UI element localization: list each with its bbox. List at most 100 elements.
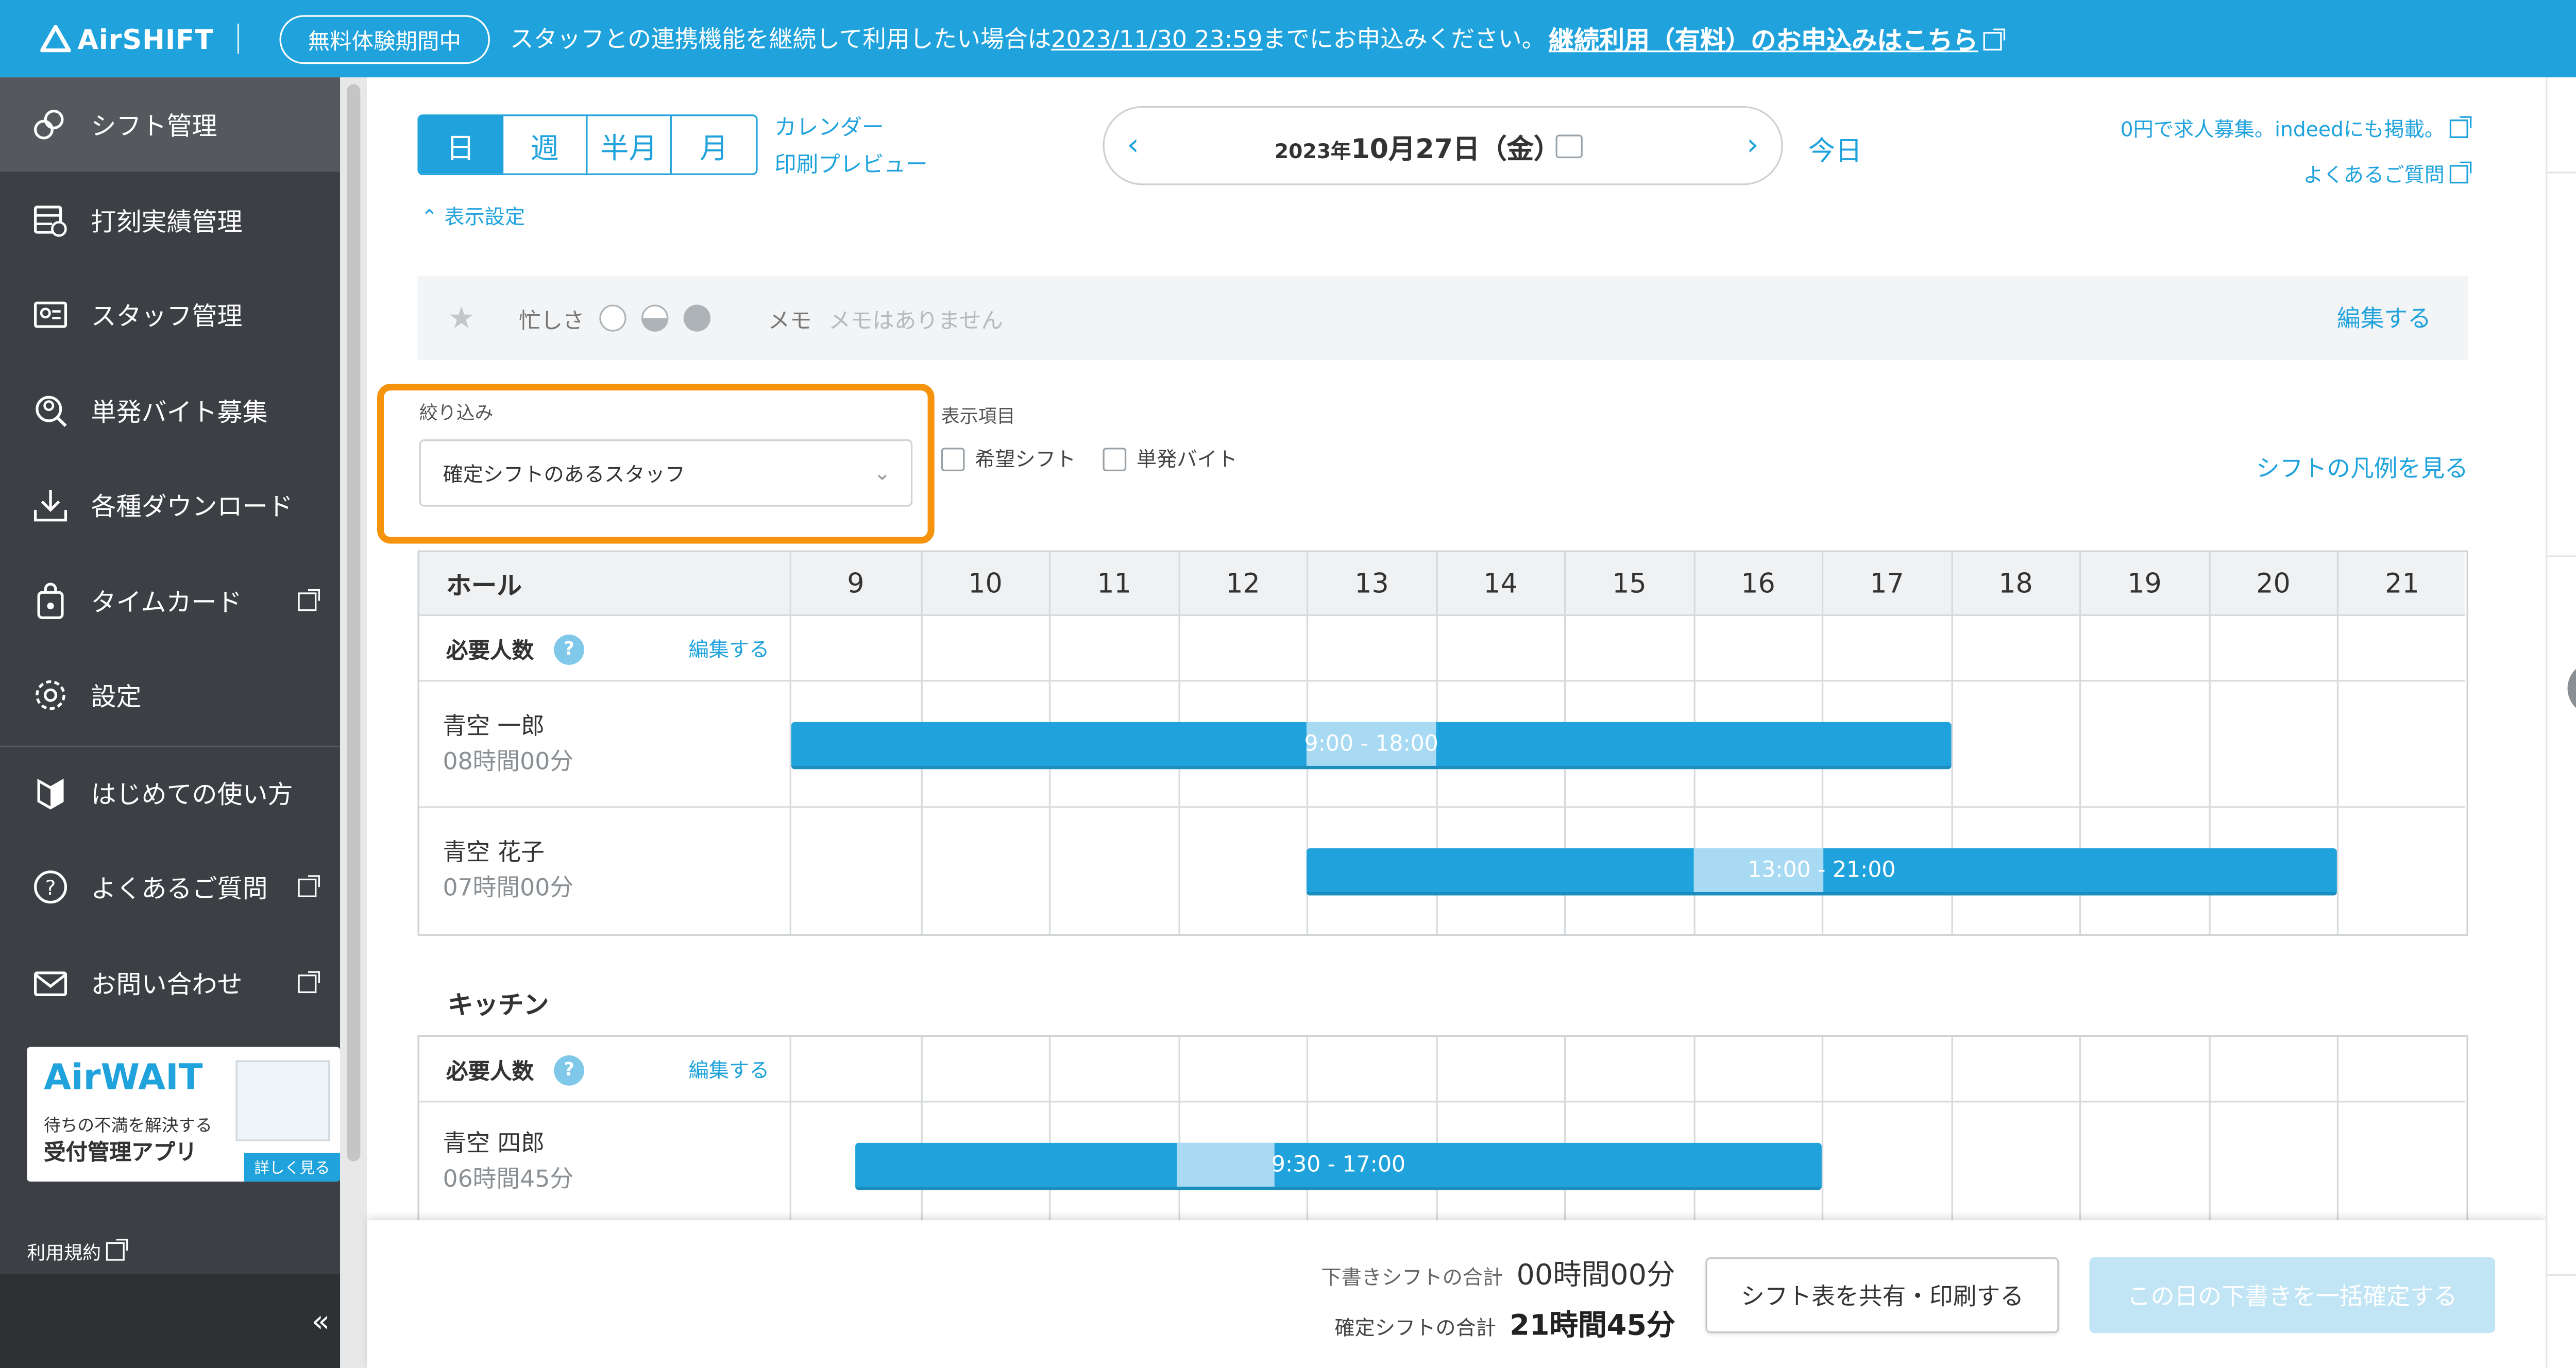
hour-cell-divider bbox=[2079, 616, 2081, 680]
wish-shift-checkbox[interactable] bbox=[941, 447, 965, 471]
sidebar-item-contact[interactable]: お問い合わせ bbox=[0, 936, 340, 1030]
share-print-button[interactable]: シフト表を共有・印刷する bbox=[1705, 1257, 2059, 1333]
banner-text-after: までにお申込みください。 bbox=[1262, 27, 1546, 54]
collapse-sidebar-button[interactable]: « bbox=[312, 1305, 330, 1340]
faq-link[interactable]: よくあるご質問 bbox=[2121, 153, 2472, 198]
date-year: 2023年 bbox=[1274, 139, 1351, 163]
staff-row[interactable]: 青空 一郎 08時間00分 9:00 - 18:00 bbox=[419, 681, 2465, 808]
sidebar-item-download[interactable]: 各種ダウンロード bbox=[0, 458, 340, 552]
view-halfmonth-button[interactable]: 半月 bbox=[587, 116, 672, 174]
sidebar-item-timestamp[interactable]: 打刻実績管理 bbox=[0, 174, 340, 268]
next-date-button[interactable]: › bbox=[1724, 128, 1781, 163]
hour-cell-divider bbox=[1306, 1037, 1309, 1101]
hour-label: 15 bbox=[1564, 552, 1693, 614]
add-user-icon[interactable] bbox=[2574, 202, 2576, 242]
section-title-cell: ホール bbox=[419, 552, 791, 614]
info-icon[interactable] bbox=[2574, 108, 2576, 148]
shift-legend-link[interactable]: シフトの凡例を見る bbox=[2256, 451, 2468, 485]
hour-cell-divider bbox=[2079, 1037, 2081, 1101]
rail-divider bbox=[2547, 555, 2576, 557]
sidebar-item-staff[interactable]: スタッフ管理 bbox=[0, 268, 340, 362]
required-staff-text: 必要人数 bbox=[446, 1060, 534, 1086]
airwait-ad-banner[interactable]: AirWAIT 待ちの不満を解決する 受付管理アプリ 詳しく見る bbox=[27, 1047, 341, 1182]
sidebar: シフト管理 打刻実績管理 スタッフ管理 単発バイト募集 各種ダウンロード タイム… bbox=[0, 77, 341, 1368]
prev-date-button[interactable]: ‹ bbox=[1105, 128, 1162, 163]
edit-required-staff-link[interactable]: 編集する bbox=[689, 1055, 770, 1084]
single-job-checkbox[interactable] bbox=[1103, 447, 1127, 471]
header-links: 0円で求人募集。indeedにも掲載。 よくあるご質問 bbox=[2121, 108, 2472, 198]
airshift-logo[interactable]: AirSHIFT bbox=[40, 23, 213, 55]
star-icon[interactable]: ★ bbox=[448, 300, 475, 336]
airshift-logo-icon bbox=[40, 25, 71, 53]
continue-subscription-link[interactable]: 継続利用（有料）のお申込みはこちら bbox=[1549, 21, 2005, 57]
calendar-link[interactable]: カレンダー bbox=[774, 111, 927, 148]
chat-icon[interactable] bbox=[2574, 583, 2576, 623]
user-avatar[interactable]: 青 bbox=[2567, 661, 2576, 715]
hour-cell-divider bbox=[1692, 1037, 1695, 1101]
hour-cell-divider bbox=[1177, 616, 1180, 680]
staff-check-icon[interactable] bbox=[2574, 485, 2576, 525]
view-week-button[interactable]: 週 bbox=[503, 116, 588, 174]
shift-bar[interactable]: 9:00 - 18:00 bbox=[791, 722, 1952, 770]
external-link-icon bbox=[2449, 161, 2472, 184]
sidebar-item-timecard[interactable]: タイムカード bbox=[0, 554, 340, 648]
confirm-all-drafts-button[interactable]: この日の下書きを一括確定する bbox=[2089, 1257, 2496, 1333]
sidebar-item-getting-started[interactable]: はじめての使い方 bbox=[0, 746, 340, 840]
scrollbar-thumb[interactable] bbox=[347, 84, 361, 1161]
shift-icon bbox=[30, 105, 71, 145]
shift-bar[interactable]: 13:00 - 21:00 bbox=[1306, 848, 2337, 896]
view-day-button[interactable]: 日 bbox=[419, 116, 504, 174]
required-staff-row: 必要人数? 編集する bbox=[419, 616, 2465, 682]
hall-shift-grid: ホール 9 10 11 12 13 14 15 16 17 18 19 20 21 必要人数? 編集する… bbox=[417, 550, 2468, 936]
shift-bar[interactable]: 9:30 - 17:00 bbox=[855, 1142, 1822, 1190]
sidebar-scrollbar[interactable] bbox=[340, 77, 367, 1368]
display-items-checkboxes: 希望シフト 単発バイト bbox=[941, 444, 1238, 473]
staff-name[interactable]: 青空 一郎 bbox=[443, 709, 545, 742]
section-title: ホール bbox=[446, 570, 522, 601]
edit-required-staff-link[interactable]: 編集する bbox=[689, 635, 770, 663]
job-posting-link[interactable]: 0円で求人募集。indeedにも掲載。 bbox=[2121, 108, 2472, 153]
display-settings-label: 表示設定 bbox=[444, 205, 526, 229]
date-navigator: ‹ 2023年10月27日（金） › bbox=[1103, 106, 1783, 185]
edit-memo-link[interactable]: 編集する bbox=[2337, 301, 2431, 335]
display-settings-toggle[interactable]: ⌃ 表示設定 bbox=[421, 202, 525, 231]
help-icon[interactable]: ? bbox=[554, 1054, 585, 1085]
sidebar-item-recruit[interactable]: 単発バイト募集 bbox=[0, 364, 340, 458]
wish-shift-label: 希望シフト bbox=[975, 448, 1076, 472]
calendar-icon[interactable] bbox=[1555, 133, 1583, 158]
staff-name[interactable]: 青空 四郎 bbox=[443, 1126, 545, 1159]
today-button[interactable]: 今日 bbox=[1808, 128, 1862, 168]
logo-text: AirSHIFT bbox=[77, 23, 214, 55]
staff-row[interactable]: 青空 花子 07時間00分 13:00 - 21:00 bbox=[419, 808, 2465, 934]
memo-label: メモ bbox=[768, 309, 812, 334]
draft-total: 下書きシフトの合計 00時間00分 bbox=[1321, 1251, 1675, 1292]
staff-name[interactable]: 青空 花子 bbox=[443, 835, 545, 868]
sidebar-item-shift[interactable]: シフト管理 bbox=[0, 77, 341, 172]
hour-cell-divider bbox=[1048, 1037, 1051, 1101]
mail-icon bbox=[30, 963, 71, 1003]
calendar-links: カレンダー 印刷プレビュー bbox=[774, 111, 927, 185]
print-preview-link[interactable]: 印刷プレビュー bbox=[774, 148, 927, 185]
sidebar-item-settings[interactable]: 設定 bbox=[0, 648, 340, 742]
help-icon[interactable]: ? bbox=[554, 634, 585, 664]
view-month-button[interactable]: 月 bbox=[672, 116, 756, 173]
view-switcher: 日 週 半月 月 bbox=[417, 114, 758, 175]
airwait-more-link[interactable]: 詳しく見る bbox=[244, 1153, 341, 1182]
hour-cell-divider bbox=[2079, 681, 2081, 807]
busyness-low-radio[interactable] bbox=[599, 304, 627, 332]
busyness-mid-radio[interactable] bbox=[641, 304, 669, 332]
terms-link[interactable]: 利用規約 bbox=[27, 1239, 128, 1266]
busyness-high-radio[interactable] bbox=[684, 304, 711, 332]
staff-filter-select[interactable]: 確定シフトのあるスタッフ ⌄ bbox=[419, 439, 913, 507]
hour-cell-divider bbox=[920, 1037, 922, 1101]
required-staff-cell: 必要人数? 編集する bbox=[419, 1037, 791, 1101]
current-date[interactable]: 2023年10月27日（金） bbox=[1162, 125, 1673, 165]
shift-request-icon[interactable] bbox=[2574, 394, 2576, 434]
sidebar-item-faq[interactable]: ? よくあるご質問 bbox=[0, 840, 340, 934]
shift-check-icon[interactable] bbox=[2574, 296, 2576, 336]
hour-cell-divider bbox=[1950, 1037, 1953, 1101]
hour-cell-divider bbox=[1564, 1037, 1566, 1101]
banner-message: スタッフとの連携機能を継続して利用したい場合は2023/11/30 23:59ま… bbox=[510, 22, 1546, 55]
hour-label: 12 bbox=[1177, 552, 1307, 614]
faq-label: よくあるご質問 bbox=[2303, 163, 2445, 187]
